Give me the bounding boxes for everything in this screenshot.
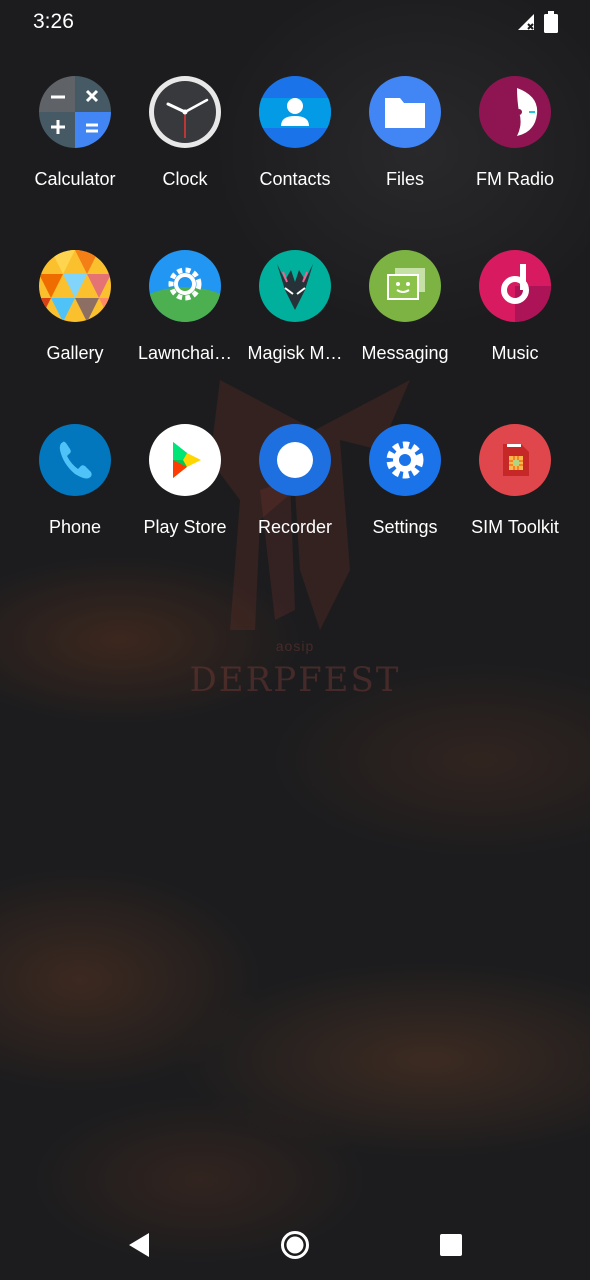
- app-label: Music: [491, 343, 539, 363]
- app-row: Phone Play Store Recorder Settings SIM T…: [20, 424, 570, 598]
- app-label: Messaging: [361, 343, 449, 363]
- lawnchair-icon: [149, 250, 221, 322]
- app-play-store[interactable]: Play Store: [130, 424, 240, 598]
- app-contacts[interactable]: Contacts: [240, 76, 350, 250]
- app-files[interactable]: Files: [350, 76, 460, 250]
- app-gallery[interactable]: Gallery: [20, 250, 130, 424]
- app-calculator[interactable]: Calculator: [20, 76, 130, 250]
- app-music[interactable]: Music: [460, 250, 570, 424]
- app-clock[interactable]: Clock: [130, 76, 240, 250]
- wallpaper-brand: DERPFEST: [189, 660, 401, 700]
- clock-icon: [149, 76, 221, 148]
- app-sim-toolkit[interactable]: SIM Toolkit: [460, 424, 570, 598]
- app-label: Recorder: [257, 517, 333, 537]
- home-icon: [281, 1231, 309, 1259]
- app-label: Clock: [162, 169, 208, 189]
- gallery-icon: [39, 250, 111, 322]
- navigation-bar: [0, 1208, 590, 1280]
- app-messaging[interactable]: Messaging: [350, 250, 460, 424]
- home-button[interactable]: [280, 1230, 310, 1260]
- messaging-icon: [369, 250, 441, 322]
- app-recorder[interactable]: Recorder: [240, 424, 350, 598]
- app-row: Gallery Lawnchai… Magisk M… Messaging Mu…: [20, 250, 570, 424]
- app-row: Calculator Clock Contacts Files FM Radio: [20, 76, 570, 250]
- app-label: Play Store: [143, 517, 227, 537]
- app-settings[interactable]: Settings: [350, 424, 460, 598]
- contacts-icon: [259, 76, 331, 148]
- app-label: Phone: [48, 517, 102, 537]
- files-icon: [369, 76, 441, 148]
- app-lawnchair[interactable]: Lawnchai…: [130, 250, 240, 424]
- back-icon: [129, 1233, 149, 1257]
- app-phone[interactable]: Phone: [20, 424, 130, 598]
- play-store-icon: [149, 424, 221, 496]
- app-label: SIM Toolkit: [471, 517, 559, 537]
- app-label: Files: [385, 169, 424, 189]
- app-label: Gallery: [46, 343, 104, 363]
- status-icons: [516, 11, 558, 33]
- phone-icon: [39, 424, 111, 496]
- music-icon: [479, 250, 551, 322]
- settings-icon: [369, 424, 441, 496]
- magisk-icon: [259, 250, 331, 322]
- recorder-icon: [259, 424, 331, 496]
- wallpaper-subtext: aosip: [275, 638, 315, 654]
- signal-no-sim-icon: [518, 14, 534, 30]
- app-label: FM Radio: [475, 169, 555, 189]
- fm-radio-icon: [479, 76, 551, 148]
- clock-time: 3:26: [33, 10, 74, 33]
- app-drawer-grid: Calculator Clock Contacts Files FM Radio…: [20, 76, 570, 598]
- calculator-icon: [39, 76, 111, 148]
- app-label: Lawnchai…: [137, 343, 233, 363]
- sim-toolkit-icon: [479, 424, 551, 496]
- battery-icon: [544, 11, 558, 33]
- app-label: Contacts: [259, 169, 331, 189]
- app-label: Magisk M…: [247, 343, 343, 363]
- app-fm-radio[interactable]: FM Radio: [460, 76, 570, 250]
- app-label: Settings: [372, 517, 438, 537]
- status-bar: 3:26: [0, 0, 590, 46]
- recents-button[interactable]: [436, 1230, 466, 1260]
- recents-icon: [440, 1234, 462, 1256]
- app-label: Calculator: [34, 169, 116, 189]
- back-button[interactable]: [124, 1230, 154, 1260]
- app-magisk[interactable]: Magisk M…: [240, 250, 350, 424]
